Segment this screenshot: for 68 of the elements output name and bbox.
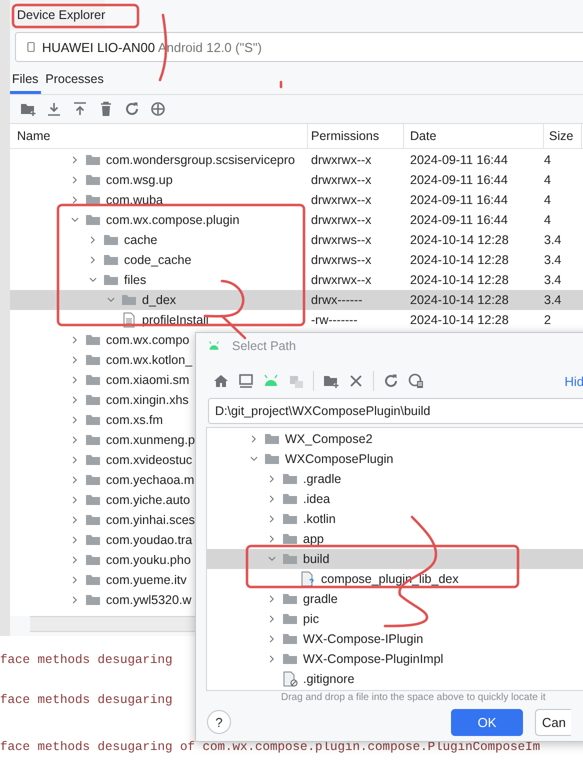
file-name: com.xingin.xhs [106, 393, 189, 407]
permissions-cell-text: drwxrws--x [310, 252, 372, 269]
hint-text: Drag and drop a file into the space above to quickly locate it [280, 692, 546, 704]
file-name: com.xiaomi.sm [106, 373, 190, 387]
file-name: com.wx.kotlon_ [106, 353, 192, 367]
file-name: code_cache [124, 253, 192, 267]
file-name: com.xunmeng.p [106, 433, 195, 447]
file-name: app [303, 532, 324, 546]
file-name: .gradle [303, 472, 342, 486]
date-cell-text: 2024-09-11 16:44 [409, 152, 509, 169]
file-name: d_dex [142, 293, 176, 307]
file-name: com.yueme.itv [106, 573, 187, 587]
permissions-cell-text: drwxrwx--x [310, 172, 372, 189]
console-line: face methods desugaring of com.wx.compose.plugin.compose.PluginComposeIm [0, 740, 540, 756]
permissions-cell-text: drwx------ [310, 292, 364, 309]
file-name: com.youku.pho [106, 553, 191, 567]
file-name: com.yechaoa.m [106, 473, 194, 487]
file-name: com.wx.compo [106, 333, 190, 347]
permissions-cell-text: drwxrws--x [310, 232, 372, 249]
file-name: .kotlin [303, 512, 336, 526]
console-line: face methods desugaring [0, 693, 173, 709]
size-cell-text: 3.4 [544, 272, 562, 289]
size-cell-text: 4 [544, 212, 552, 229]
size-cell-text: 3.4 [544, 252, 562, 269]
permissions-cell-text: drwxrwx--x [310, 212, 372, 229]
dialog-title: Select Path [232, 338, 296, 353]
file-name: build [303, 552, 330, 566]
file-name: com.yinhai.sces [106, 513, 195, 527]
file-name: .gitignore [303, 672, 354, 686]
file-name: .idea [303, 492, 330, 506]
size-cell-text: 4 [544, 192, 552, 209]
file-name: pic [303, 612, 319, 626]
console-line: face methods desugaring [0, 653, 173, 669]
date-cell-text: 2024-09-11 16:44 [409, 192, 509, 209]
size-cell-text: 4 [544, 172, 552, 189]
file-name: WXComposePlugin [285, 452, 394, 466]
size-cell-text: 2 [544, 312, 552, 329]
file-name: WX-Compose-PluginImpl [303, 652, 444, 666]
file-name: profileInstall [142, 313, 209, 327]
size-cell-text: 4 [544, 152, 552, 169]
size-cell-text: 3.4 [544, 292, 562, 309]
file-name: com.wondersgroup.scsiservicepro [106, 153, 295, 167]
date-cell-text: 2024-10-14 12:28 [409, 232, 510, 249]
date-cell-text: 2024-10-14 12:28 [409, 272, 510, 289]
file-name: WX_Compose2 [285, 432, 373, 446]
file-name: gradle [303, 592, 338, 606]
file-name: com.wuba [106, 193, 163, 207]
permissions-cell-text: drwxrwx--x [310, 272, 372, 289]
file-name: com.xs.fm [106, 413, 163, 427]
date-cell-text: 2024-09-11 16:44 [409, 212, 509, 229]
permissions-cell-text: -rw------- [310, 312, 358, 329]
file-name: files [124, 273, 146, 287]
file-name: cache [124, 233, 158, 247]
file-name: com.yiche.auto [106, 493, 190, 507]
size-cell-text: 3.4 [544, 232, 562, 249]
file-name: WX-Compose-IPlugin [303, 632, 424, 646]
date-cell-text: 2024-10-14 12:28 [409, 312, 510, 329]
date-cell-text: 2024-09-11 16:44 [409, 172, 509, 189]
file-name: com.ywl5320.w [106, 593, 192, 607]
file-name: com.youdao.tra [106, 533, 192, 547]
permissions-cell-text: drwxrwx--x [310, 192, 372, 209]
date-cell-text: 2024-10-14 12:28 [409, 252, 510, 269]
file-name: com.wsg.up [106, 173, 173, 187]
device-name: HUAWEI LIO-AN00 [42, 40, 155, 54]
file-name: com.wx.compose.plugin [106, 213, 240, 227]
file-name: com.xvideostuc [106, 453, 192, 467]
date-cell-text: 2024-10-14 12:28 [409, 292, 510, 309]
permissions-cell-text: drwxrwx--x [310, 152, 372, 169]
